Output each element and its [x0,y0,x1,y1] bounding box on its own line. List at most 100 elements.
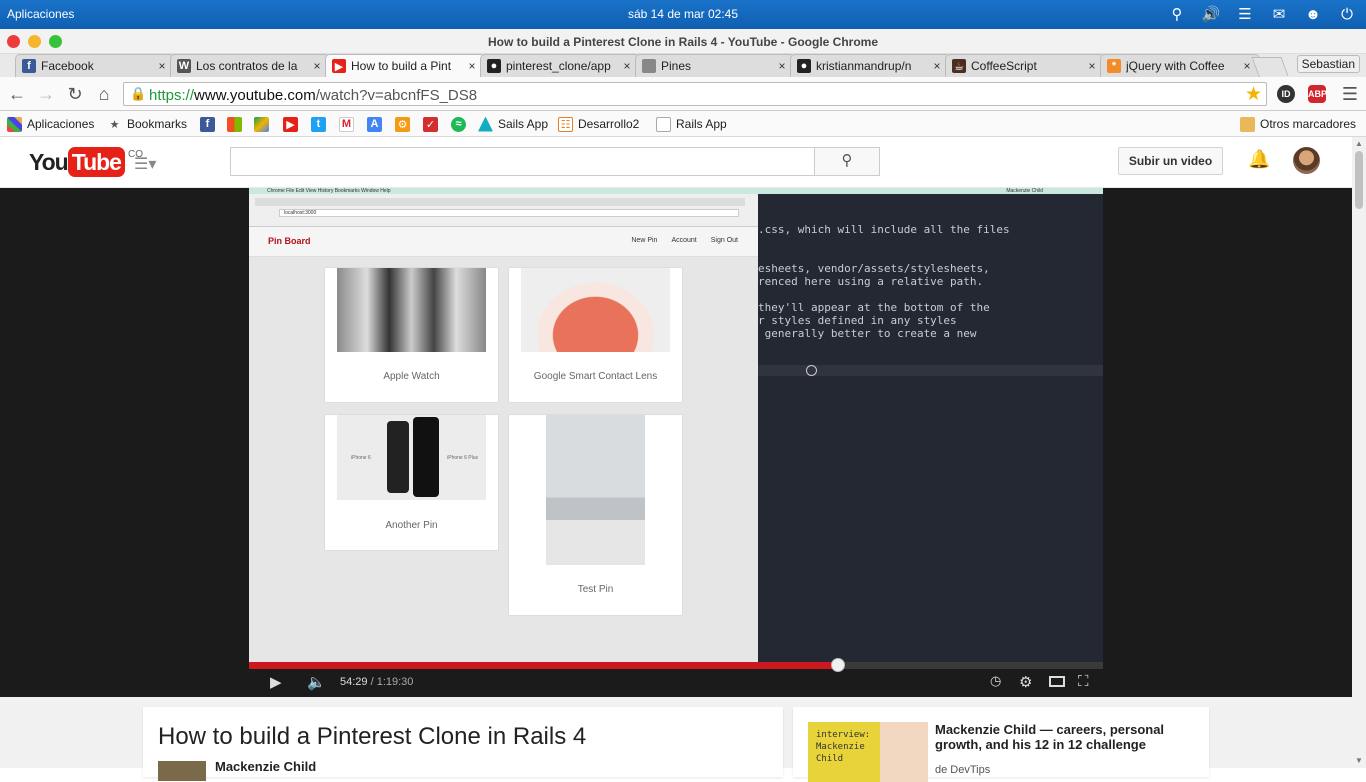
fullscreen-icon[interactable]: ⛶ [1078,673,1089,690]
tab-5[interactable]: Pines × [635,54,795,77]
video-player[interactable]: Chrome File Edit View History Bookmarks … [0,188,1352,697]
cursor-circle-icon [806,365,817,376]
system-top-bar: Aplicaciones sáb 14 de mar 02:45 ⚲ 🔊 ☰ ✉… [0,0,1366,29]
bookmark-apps[interactable]: Aplicaciones [7,115,94,133]
wikipedia-icon: W [177,59,191,73]
bookmark-star-icon[interactable]: ★ [1245,83,1262,106]
bookmark-youtube[interactable]: ▶ [283,115,303,133]
gmail-icon: M [339,116,354,132]
bookmark-other[interactable]: Otros marcadores [1240,115,1356,133]
system-clock[interactable]: sáb 14 de mar 02:45 [0,7,1366,21]
bookmark-translate[interactable]: A [367,115,387,133]
play-icon[interactable]: ▶ [270,673,282,691]
notifications-bell-icon[interactable]: 🔔 [1248,149,1270,170]
bookmark-desarrollo[interactable]: ☷ Desarrollo2 [558,115,639,133]
lock-icon: 🔒 [130,86,147,101]
search-button[interactable]: ⚲ [814,147,880,176]
back-icon[interactable]: ← [6,84,28,104]
volume-icon[interactable]: 🔈 [307,673,326,691]
close-tab-icon[interactable]: × [931,59,943,73]
suggested-channel[interactable]: de DevTips [935,764,990,776]
pinboard-nav-sign-out: Sign Out [710,237,738,244]
address-bar[interactable]: 🔒 https://www.youtube.com/watch?v=abcnfF… [123,82,1267,106]
translate-icon: A [367,116,382,132]
bookmark-calendar[interactable]: ✓ [423,115,443,133]
bookmark-bookmarks[interactable]: ★ Bookmarks [107,115,187,133]
tab-4[interactable]: ● pinterest_clone/app × [480,54,640,77]
chrome-menu-icon[interactable]: ☰ [1339,84,1361,104]
avatar[interactable] [1293,147,1320,174]
video-frame[interactable]: Chrome File Edit View History Bookmarks … [249,188,1103,662]
search-icon[interactable]: ⚲ [1166,4,1188,24]
gear-icon: ⚙ [395,116,410,132]
suggested-video[interactable]: interview: Mackenzie Child Mackenzie Chi… [793,707,1209,782]
tab-label: pinterest_clone/app [506,59,611,73]
bookmark-gmail[interactable]: M [339,115,359,133]
pin-image-contact-lens [521,268,670,352]
bookmark-drive[interactable] [254,115,274,133]
close-tab-icon[interactable]: × [466,59,478,73]
bookmark-windows[interactable] [227,115,247,133]
facebook-icon: f [22,59,36,73]
reload-icon[interactable]: ↻ [64,84,86,104]
bookmark-rails[interactable]: Rails App [656,115,727,133]
scrollbar-thumb[interactable] [1355,151,1363,209]
volume-icon[interactable]: 🔊 [1200,4,1222,24]
power-icon[interactable]: ⏻ [1336,4,1358,24]
pinboard-nav-new-pin: New Pin [631,237,658,244]
profile-button[interactable]: Sebastian [1296,55,1360,73]
twitter-icon: t [311,116,326,132]
youtube-logo[interactable]: You Tube CO [29,147,143,177]
pin-image-living-room [546,415,645,565]
new-tab-button[interactable] [1251,57,1289,76]
close-tab-icon[interactable]: × [776,59,788,73]
tab-1[interactable]: f Facebook × [15,54,175,77]
forward-icon[interactable]: → [35,84,57,104]
channel-name[interactable]: Mackenzie Child [215,759,316,774]
search-input[interactable] [230,147,815,176]
tab-7[interactable]: ☕ CoffeeScript × [945,54,1105,77]
browser-toolbar: ← → ↻ ⌂ 🔒 https://www.youtube.com/watch?… [0,77,1366,111]
url-text[interactable]: https://www.youtube.com/watch?v=abcnfFS_… [149,87,477,104]
bookmark-gear-site[interactable]: ⚙ [395,115,415,133]
suggested-thumbnail[interactable]: interview: Mackenzie Child [808,722,928,782]
applications-menu[interactable]: Aplicaciones [7,7,74,21]
tab-label: Pines [661,59,692,73]
tab-label: kristianmandrup/n [816,59,912,73]
close-tab-icon[interactable]: × [1241,59,1253,73]
page-scrollbar[interactable]: ▲ ▼ [1352,137,1366,768]
bookmark-facebook[interactable]: f [200,115,220,133]
user-icon[interactable]: ☻ [1302,4,1324,24]
extension-id-icon[interactable]: ID [1277,85,1295,103]
close-tab-icon[interactable]: × [621,59,633,73]
bookmark-twitter[interactable]: t [311,115,331,133]
theater-mode-icon[interactable] [1049,676,1065,687]
page-icon [642,59,656,73]
adblock-icon[interactable]: ABP [1308,85,1327,103]
pin-card: iPhone 6 iPhone 6 Plus Another Pin [324,414,499,551]
tab-6[interactable]: ● kristianmandrup/n × [790,54,950,77]
guide-menu-icon[interactable]: ☰▾ [134,154,156,174]
channel-avatar[interactable] [158,761,206,781]
close-tab-icon[interactable]: × [156,59,168,73]
home-icon[interactable]: ⌂ [93,84,115,104]
scroll-up-icon[interactable]: ▲ [1355,139,1363,148]
wifi-icon[interactable]: ☰ [1234,4,1256,24]
close-tab-icon[interactable]: × [311,59,323,73]
youtube-icon: ▶ [332,59,346,73]
suggested-title[interactable]: Mackenzie Child — careers, personal grow… [935,722,1175,752]
tab-3[interactable]: ▶ How to build a Pint × [325,54,485,77]
watch-later-icon[interactable]: ◷ [990,673,1001,689]
bookmark-spotify[interactable]: ≈ [451,115,471,133]
pinboard-nav-links: New Pin Account Sign Out [631,237,738,244]
settings-gear-icon[interactable]: ⚙ [1019,673,1032,691]
youtube-icon: ▶ [283,116,298,132]
mail-icon[interactable]: ✉ [1268,4,1290,24]
tab-2[interactable]: W Los contratos de la × [170,54,330,77]
upload-button[interactable]: Subir un video [1118,147,1223,175]
scroll-down-icon[interactable]: ▼ [1355,756,1363,765]
tab-8[interactable]: * jQuery with Coffee × [1100,54,1260,77]
bookmark-sails[interactable]: Sails App [478,115,548,133]
close-tab-icon[interactable]: × [1086,59,1098,73]
video-progress-bar[interactable] [249,658,1103,672]
